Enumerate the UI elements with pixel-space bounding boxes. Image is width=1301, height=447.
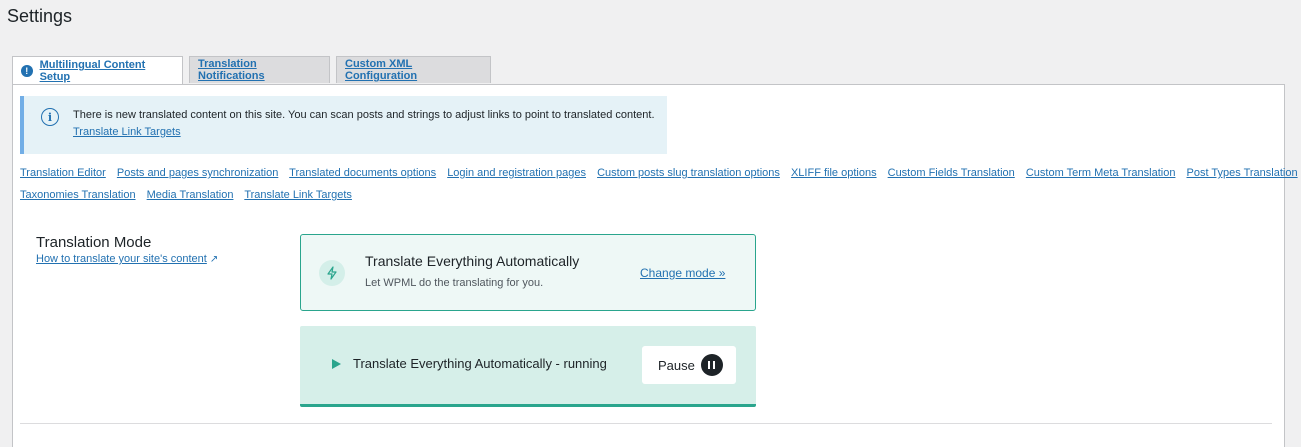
tab-label: Multilingual Content Setup [39,59,146,83]
link-translated-documents-options[interactable]: Translated documents options [289,167,436,179]
link-custom-fields-translation[interactable]: Custom Fields Translation [888,167,1015,179]
pause-icon [700,354,723,376]
tab-label: Translation Notifications [198,58,265,82]
page-title: Settings [7,6,73,26]
translation-mode-heading: Translation Mode [36,234,152,251]
translation-mode-card: Translate Everything Automatically Let W… [300,234,756,311]
link-login-registration-pages[interactable]: Login and registration pages [447,167,586,179]
translation-status-card: Translate Everything Automatically - run… [300,326,756,407]
link-custom-posts-slug-translation[interactable]: Custom posts slug translation options [597,167,780,179]
tab-custom-xml-configuration[interactable]: Custom XML Configuration [336,56,491,83]
section-links-row-2: Taxonomies Translation Media Translation… [20,189,360,201]
link-post-types-translation[interactable]: Post Types Translation [1187,167,1298,179]
translation-help-link[interactable]: How to translate your site's content ↗ [36,253,218,265]
mode-title: Translate Everything Automatically [365,253,580,269]
link-translation-editor[interactable]: Translation Editor [20,167,106,179]
notice-message: There is new translated content on this … [73,109,655,121]
new-content-notice: i There is new translated content on thi… [20,96,667,154]
external-link-icon: ↗ [209,254,219,265]
alert-icon: ! [21,65,33,77]
link-xliff-file-options[interactable]: XLIFF file options [791,167,877,179]
section-links-row-1: Translation Editor Posts and pages synch… [20,167,1301,179]
translation-help-link-label: How to translate your site's content [36,253,207,265]
link-media-translation[interactable]: Media Translation [147,189,234,201]
link-taxonomies-translation[interactable]: Taxonomies Translation [20,189,136,201]
pause-button-label: Pause [658,357,695,373]
link-custom-term-meta-translation[interactable]: Custom Term Meta Translation [1026,167,1176,179]
bolt-icon [319,260,345,286]
play-icon [332,359,341,369]
translation-status-text: Translate Everything Automatically - run… [353,356,607,371]
link-posts-pages-sync[interactable]: Posts and pages synchronization [117,167,278,179]
link-translate-link-targets[interactable]: Translate Link Targets [244,189,352,201]
notice-translate-link-targets-link[interactable]: Translate Link Targets [73,126,181,138]
info-icon: i [41,108,59,126]
tab-multilingual-content-setup[interactable]: ! Multilingual Content Setup [12,56,183,85]
pause-button[interactable]: Pause [642,346,736,384]
tab-translation-notifications[interactable]: Translation Notifications [189,56,330,83]
tab-label: Custom XML Configuration [345,58,418,82]
mode-subtitle: Let WPML do the translating for you. [365,277,544,289]
section-divider [20,423,1272,424]
change-mode-link[interactable]: Change mode » [640,266,725,280]
